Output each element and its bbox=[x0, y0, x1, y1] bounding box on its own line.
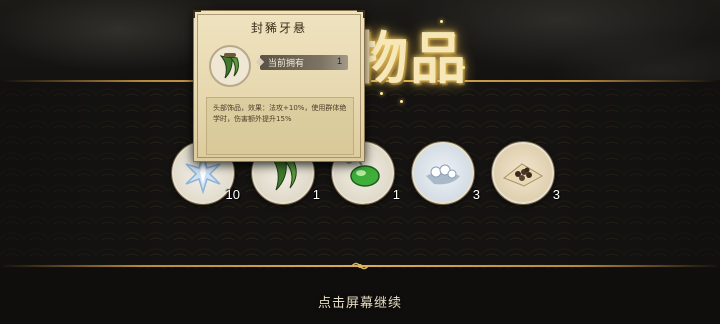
items-title: 物品 bbox=[352, 26, 468, 92]
item-count: 10 bbox=[225, 187, 240, 202]
owned-value: 1 bbox=[336, 56, 342, 66]
sparkle bbox=[380, 92, 383, 95]
diamond-icon bbox=[255, 57, 265, 67]
tap-to-continue[interactable]: 点击屏幕继续 bbox=[0, 292, 720, 311]
item-count: 1 bbox=[312, 187, 320, 202]
ornament-icon bbox=[351, 262, 369, 270]
reward-screen[interactable]: 物品 10 1 1 3 3 封豨牙悬 当前拥有 1 头部饰品，效果：法攻+10%… bbox=[0, 0, 720, 324]
item-count: 3 bbox=[552, 187, 560, 202]
owned-label: 当前拥有 bbox=[268, 59, 305, 69]
description-box: 头部饰品，效果：法攻+10%，使用群体绝学时，伤害额外提升15% bbox=[206, 97, 354, 155]
item-tooltip: 封豨牙悬 当前拥有 1 头部饰品，效果：法攻+10%，使用群体绝学时，伤害额外提… bbox=[193, 10, 365, 162]
sparkle bbox=[452, 34, 455, 37]
reward-item[interactable]: 3 bbox=[412, 142, 480, 204]
owned-count-bar: 当前拥有 1 bbox=[255, 55, 348, 70]
reward-item[interactable]: 3 bbox=[492, 142, 560, 204]
item-count: 1 bbox=[392, 187, 400, 202]
item-name: 封豨牙悬 bbox=[250, 21, 307, 35]
sparkle bbox=[440, 20, 443, 23]
sparkle bbox=[462, 66, 465, 69]
item-count: 3 bbox=[472, 187, 480, 202]
sparkle bbox=[400, 100, 403, 103]
snowy-stones-icon bbox=[426, 164, 460, 185]
item-description: 头部饰品，效果：法攻+10%，使用群体绝学时，伤害额外提升15% bbox=[213, 104, 347, 123]
green-fang-pendant-icon bbox=[219, 53, 239, 79]
seed-pile-icon bbox=[503, 163, 543, 187]
tooltip-item-icon bbox=[209, 45, 251, 87]
